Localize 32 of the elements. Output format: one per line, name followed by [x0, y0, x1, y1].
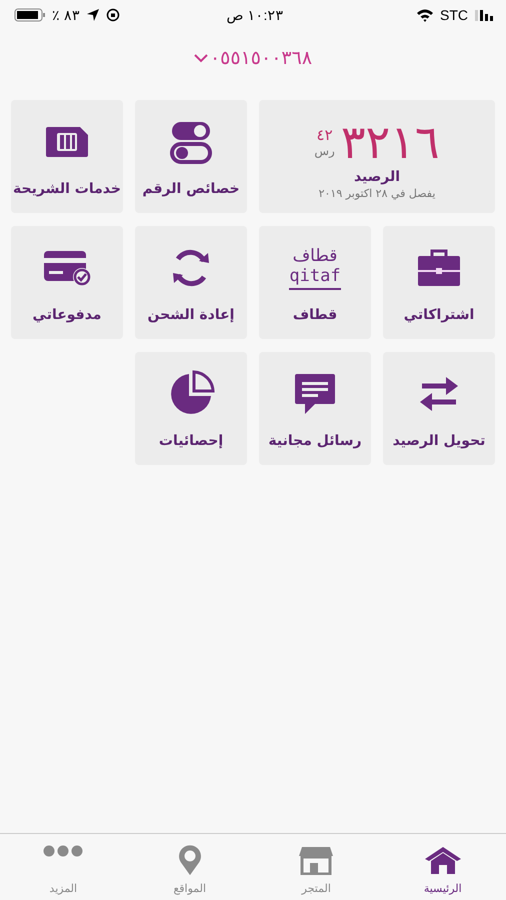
house-icon	[422, 845, 463, 875]
service-tile[interactable]: تحويل الرصيد	[383, 352, 495, 465]
service-tile[interactable]: مدفوعاتي	[11, 226, 123, 339]
wifi-icon	[416, 8, 434, 22]
service-tile[interactable]: إعادة الشحن	[135, 226, 247, 339]
battery-percent: ٪ ٨٣	[52, 7, 80, 23]
location-arrow-icon	[86, 8, 100, 22]
chat-bubble-icon	[293, 372, 337, 416]
toggles-icon	[170, 120, 212, 164]
service-tile[interactable]: إحصائيات	[135, 352, 247, 465]
battery-icon	[14, 8, 46, 22]
briefcase-icon	[416, 248, 462, 288]
clock-time: ١٠:٢٣ ص	[226, 7, 284, 23]
tab-button[interactable]: الرئيسية	[380, 834, 506, 900]
expiry-date: يفصل في ٢٨ اكتوبر ٢٠١٩	[318, 187, 436, 200]
service-tile[interactable]: رسائل مجانية	[259, 352, 371, 465]
balance-label: الرصيد	[354, 169, 400, 185]
currency-label: رس	[314, 144, 335, 158]
service-tile[interactable]: خدمات الشريحة	[11, 100, 123, 213]
service-tile[interactable]: اشتراكاتي	[383, 226, 495, 339]
chevron-down-icon	[194, 53, 208, 63]
phone-number[interactable]: ٠٥٥١٥٠٠٣٦٨	[210, 47, 312, 69]
balance-fraction: ٤٢	[316, 126, 333, 144]
carrier-name: STC	[440, 7, 468, 23]
credit-card-check-icon	[42, 248, 92, 286]
sim-card-icon	[44, 124, 90, 158]
store-icon	[298, 845, 334, 875]
signal-icon	[474, 8, 496, 22]
rotation-lock-icon	[106, 8, 120, 22]
balance-amount: ٣٢١٦	[340, 117, 440, 167]
service-tile[interactable]: خصائص الرقم	[135, 100, 247, 213]
more-dots-icon	[43, 845, 84, 857]
